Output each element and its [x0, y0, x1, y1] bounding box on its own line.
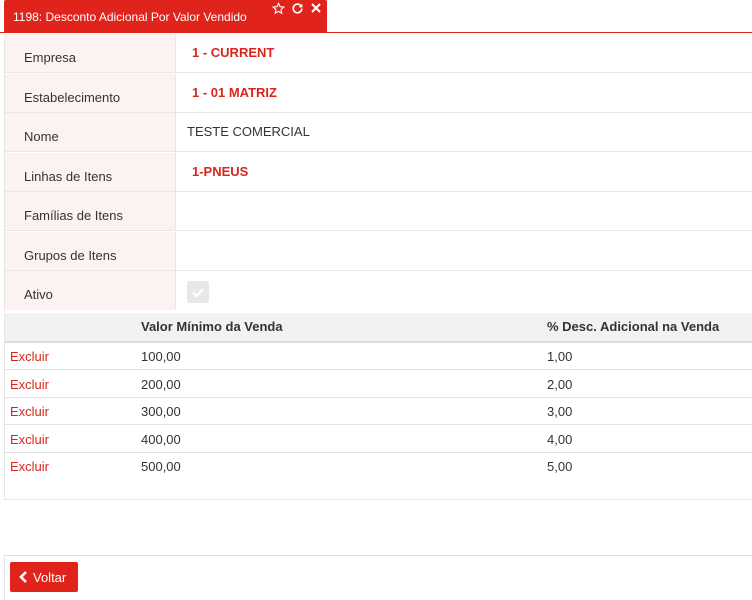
estabelecimento-value: 1 - 01 MATRIZ [192, 85, 277, 100]
close-icon[interactable] [310, 2, 322, 15]
column-header-desc[interactable]: % Desc. Adicional na Venda [547, 319, 719, 334]
desc-cell: 1,00 [547, 349, 573, 364]
tab-title: 1198: Desconto Adicional Por Valor Vendi… [13, 10, 247, 24]
tab-active[interactable]: 1198: Desconto Adicional Por Valor Vendi… [4, 0, 327, 33]
desc-cell: 4,00 [547, 432, 573, 447]
table-row: Excluir 100,00 1,00 [5, 343, 752, 370]
form-row-grupos: Grupos de Itens [5, 232, 752, 271]
form-footer: Voltar [4, 555, 752, 600]
nome-value: TESTE COMERCIAL [187, 124, 310, 139]
table-row: Excluir 400,00 4,00 [5, 426, 752, 453]
chevron-left-icon [19, 571, 27, 583]
back-button-label: Voltar [33, 570, 67, 585]
discount-table: Valor Mínimo da Venda % Desc. Adicional … [4, 313, 752, 500]
excluir-link[interactable]: Excluir [10, 404, 49, 419]
field-label: Empresa [24, 50, 77, 65]
valor-cell: 400,00 [141, 432, 181, 447]
column-header-valor[interactable]: Valor Mínimo da Venda [141, 319, 283, 334]
empresa-value: 1 - CURRENT [192, 45, 275, 60]
linhas-value: 1-PNEUS [192, 164, 249, 179]
excluir-link[interactable]: Excluir [10, 377, 49, 392]
valor-cell: 100,00 [141, 349, 181, 364]
tab-icons [272, 2, 322, 15]
form-row-linhas: Linhas de Itens 1-PNEUS [5, 153, 752, 192]
excluir-link[interactable]: Excluir [10, 459, 49, 474]
valor-cell: 500,00 [141, 459, 181, 474]
check-icon [192, 288, 204, 298]
ativo-checkbox[interactable] [187, 281, 209, 303]
desc-cell: 5,00 [547, 459, 573, 474]
desc-cell: 2,00 [547, 377, 573, 392]
table-row: Excluir 300,00 3,00 [5, 398, 752, 425]
field-label: Grupos de Itens [24, 248, 117, 263]
detail-form: Empresa 1 - CURRENT Estabelecimento 1 - … [4, 34, 752, 312]
field-label: Ativo [24, 287, 53, 302]
valor-cell: 200,00 [141, 377, 181, 392]
back-button[interactable]: Voltar [10, 562, 78, 592]
table-row: Excluir 200,00 2,00 [5, 371, 752, 398]
excluir-link[interactable]: Excluir [10, 349, 49, 364]
form-row-nome: Nome TESTE COMERCIAL [5, 113, 752, 152]
form-row-empresa: Empresa 1 - CURRENT [5, 34, 752, 73]
field-label: Estabelecimento [24, 90, 121, 105]
excluir-link[interactable]: Excluir [10, 432, 49, 447]
field-label: Nome [24, 129, 59, 144]
form-row-familias: Famílias de Itens [5, 192, 752, 231]
form-row-estabelecimento: Estabelecimento 1 - 01 MATRIZ [5, 74, 752, 113]
form-row-ativo: Ativo [5, 271, 752, 310]
refresh-icon[interactable] [291, 2, 304, 15]
star-outline-icon[interactable] [272, 2, 285, 15]
desc-cell: 3,00 [547, 404, 573, 419]
field-label: Linhas de Itens [24, 169, 113, 184]
field-label: Famílias de Itens [24, 208, 123, 223]
tab-bar: 1198: Desconto Adicional Por Valor Vendi… [0, 0, 752, 33]
table-row: Excluir 500,00 5,00 [5, 453, 752, 480]
table-header: Valor Mínimo da Venda % Desc. Adicional … [5, 313, 752, 343]
valor-cell: 300,00 [141, 404, 181, 419]
